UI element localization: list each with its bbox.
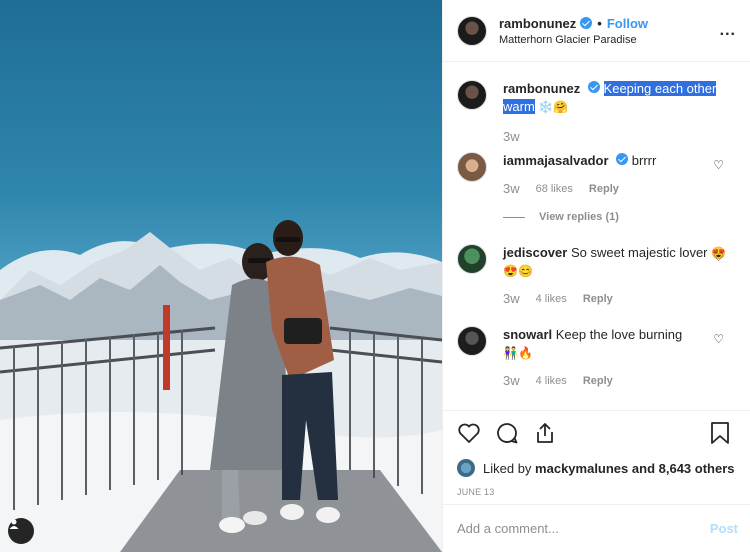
more-options-icon[interactable]: ... [720,22,736,40]
location-link[interactable]: Matterhorn Glacier Paradise [499,34,720,46]
comment-username[interactable]: jediscover [503,245,567,260]
share-icon[interactable] [533,421,557,445]
comments-list: rambonunez Keeping each other warm ❄️🤗 3… [443,62,750,410]
caption-text-selected-2: warm [503,99,535,114]
reply-button[interactable]: Reply [583,290,613,308]
liker-avatar[interactable] [457,459,475,477]
liked-by: Liked by mackymalunes and 8,643 others [457,459,736,477]
comment-text: So sweet majestic lover [570,245,708,260]
liked-by-others[interactable]: and 8,643 others [632,461,735,476]
heart-icon[interactable] [457,422,481,444]
caption-avatar[interactable] [457,80,487,110]
add-comment-bar: Add a comment... Post [443,504,750,552]
user-tag-icon[interactable] [8,518,34,544]
comment-text: Keep the love burning [555,327,683,342]
comment-likes[interactable]: 4 likes [536,372,567,390]
caption: rambonunez Keeping each other warm ❄️🤗 3… [457,80,736,146]
comment-meta: 3w 4 likes Reply [503,290,736,308]
verified-icon [616,153,629,165]
liked-by-prefix: Liked by [483,460,532,476]
photo-scene [0,220,442,552]
view-replies-button[interactable]: View replies (1) [503,208,736,226]
comment-meta: 3w 4 likes Reply [503,372,736,390]
separator: • [597,15,602,31]
comment-age[interactable]: 3w [503,372,520,390]
comment-item: jediscover So sweet majestic lover 😍😍😊 3… [457,244,736,308]
action-icons [457,421,736,445]
header-text: rambonunez • Follow Matterhorn Glacier P… [499,16,720,46]
author-avatar[interactable] [457,15,487,46]
comment-body: snowarl Keep the love burning 👫🔥 3w 4 li… [503,326,736,390]
comment-text: brrrr [631,153,657,168]
comment-age[interactable]: 3w [503,180,520,198]
commenter-avatar[interactable] [457,152,487,182]
post-header: rambonunez • Follow Matterhorn Glacier P… [443,0,750,62]
liker-username[interactable]: mackymalunes [535,461,628,476]
post-actions: Liked by mackymalunes and 8,643 others J… [443,410,750,497]
instagram-post: rambonunez • Follow Matterhorn Glacier P… [0,0,750,552]
reply-button[interactable]: Reply [589,180,619,198]
bookmark-icon[interactable] [710,421,730,445]
comment-age[interactable]: 3w [503,290,520,308]
caption-body: rambonunez Keeping each other warm ❄️🤗 3… [503,80,736,146]
comment-emojis: 👫🔥 [503,346,533,360]
comment-icon[interactable] [495,421,519,445]
header-row: rambonunez • Follow [499,16,720,31]
caption-username[interactable]: rambonunez [503,81,580,96]
caption-age[interactable]: 3w [503,128,520,146]
commenter-avatar[interactable] [457,244,487,274]
verified-icon [587,81,600,93]
comment-item: iammajasalvador brrrr 3w 68 likes Reply … [457,152,736,226]
caption-emojis: ❄️🤗 [538,100,569,114]
comment-username[interactable]: snowarl [503,327,552,342]
post-sidebar: rambonunez • Follow Matterhorn Glacier P… [442,0,750,552]
like-comment-heart-icon[interactable]: ♡ [713,332,724,346]
caption-text-selected: Keeping each other [603,81,717,96]
divider [503,216,525,218]
post-photo[interactable] [0,0,442,552]
comment-likes[interactable]: 68 likes [536,180,573,198]
caption-meta: 3w [503,128,736,146]
add-comment-input[interactable]: Add a comment... [457,521,710,536]
comment-body: jediscover So sweet majestic lover 😍😍😊 3… [503,244,736,308]
verified-icon [580,17,593,29]
post-date[interactable]: JUNE 13 [457,487,736,497]
reply-button[interactable]: Reply [583,372,613,390]
comment-body: iammajasalvador brrrr 3w 68 likes Reply … [503,152,736,226]
like-comment-heart-icon[interactable]: ♡ [713,158,724,172]
post-comment-button[interactable]: Post [710,521,738,536]
comment-likes[interactable]: 4 likes [536,290,567,308]
author-username[interactable]: rambonunez [499,16,576,31]
view-replies-label: View replies (1) [539,211,619,223]
comment-item: snowarl Keep the love burning 👫🔥 3w 4 li… [457,326,736,390]
commenter-avatar[interactable] [457,326,487,356]
like-comment-heart-icon[interactable]: ♡ [713,250,724,264]
follow-button[interactable]: Follow [607,16,648,31]
comment-meta: 3w 68 likes Reply [503,180,736,198]
comment-username[interactable]: iammajasalvador [503,153,609,168]
